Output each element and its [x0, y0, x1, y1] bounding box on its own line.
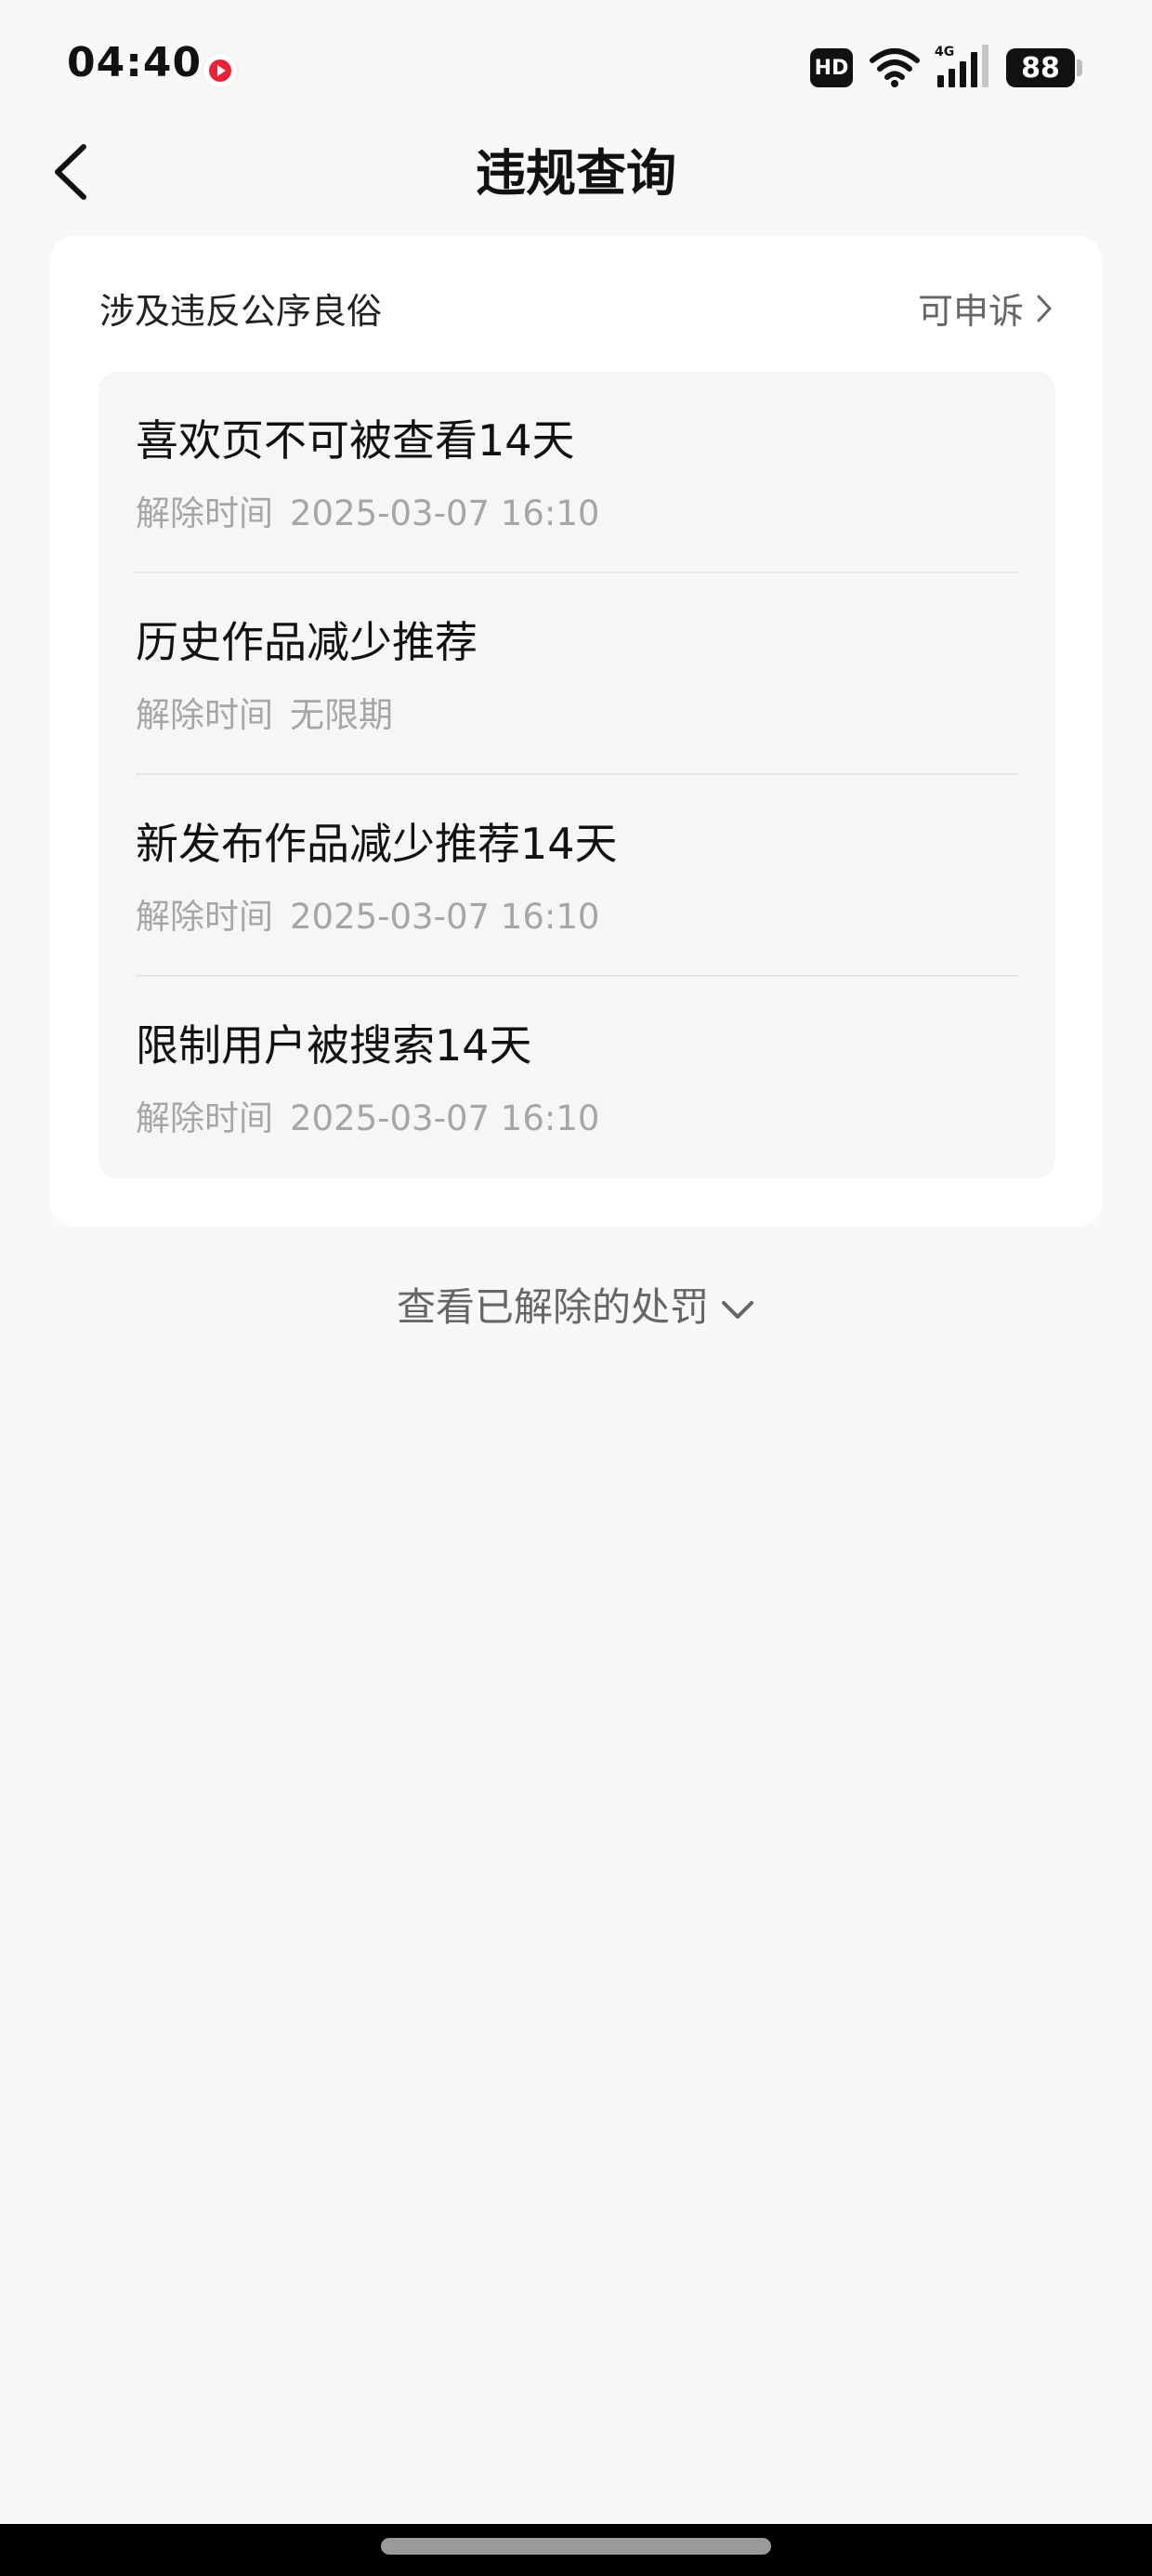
release-time-row: 解除时间 2025-03-07 16:10: [136, 485, 599, 535]
penalty-item: 新发布作品减少推荐14天 解除时间 2025-03-07 16:10: [136, 775, 1018, 977]
release-time-label: 解除时间: [136, 1098, 273, 1138]
page-header: 违规查询: [0, 130, 1152, 204]
release-time-label: 解除时间: [136, 897, 273, 937]
status-bar: 04:40 HD 4G 88: [0, 0, 1152, 139]
penalty-title: 新发布作品减少推荐14天: [136, 819, 618, 869]
battery-cap: [1077, 59, 1082, 76]
penalty-item: 喜欢页不可被查看14天 解除时间 2025-03-07 16:10: [136, 372, 1018, 573]
battery-level: 88: [1006, 48, 1075, 87]
penalty-item: 历史作品减少推荐 解除时间 无限期: [136, 573, 1018, 775]
appeal-link[interactable]: 可申诉: [918, 283, 1054, 334]
release-time-value: 无限期: [290, 695, 393, 735]
home-indicator[interactable]: [381, 2538, 771, 2555]
view-removed-label: 查看已解除的处罚: [396, 1284, 709, 1330]
signal-icon: 4G: [935, 45, 988, 87]
penalty-title: 限制用户被搜索14天: [136, 1020, 532, 1071]
page-title: 违规查询: [476, 144, 676, 203]
chevron-right-icon: [1037, 295, 1052, 322]
release-time-value: 2025-03-07 16:10: [290, 493, 600, 533]
status-time: 04:40: [67, 39, 203, 86]
appeal-label: 可申诉: [917, 291, 1024, 332]
release-time-label: 解除时间: [136, 493, 273, 533]
network-label: 4G: [935, 45, 954, 59]
release-time-value: 2025-03-07 16:10: [290, 897, 600, 937]
violation-category: 涉及违反公序良俗: [99, 291, 383, 332]
penalty-list: 喜欢页不可被查看14天 解除时间 2025-03-07 16:10 历史作品减少推…: [98, 372, 1055, 1178]
penalty-item: 限制用户被搜索14天 解除时间 2025-03-07 16:10: [136, 977, 1018, 1178]
battery-icon: 88: [1006, 48, 1082, 87]
wifi-icon: [870, 48, 920, 87]
navigation-bar: [0, 2524, 1152, 2576]
penalty-title: 喜欢页不可被查看14天: [136, 415, 575, 466]
recording-icon: [203, 54, 237, 87]
penalty-title: 历史作品减少推荐: [136, 617, 478, 667]
release-time-row: 解除时间 无限期: [136, 687, 393, 737]
release-time-value: 2025-03-07 16:10: [290, 1098, 600, 1138]
release-time-label: 解除时间: [136, 695, 273, 735]
release-time-row: 解除时间 2025-03-07 16:10: [136, 888, 599, 939]
view-removed-penalties-button[interactable]: 查看已解除的处罚: [0, 1276, 1152, 1333]
hd-icon: HD: [810, 48, 853, 87]
chevron-down-icon: [722, 1300, 753, 1319]
release-time-row: 解除时间 2025-03-07 16:10: [136, 1090, 599, 1140]
violation-card: 涉及违反公序良俗 可申诉 喜欢页不可被查看14天 解除时间 2025-03-07 …: [50, 236, 1102, 1227]
